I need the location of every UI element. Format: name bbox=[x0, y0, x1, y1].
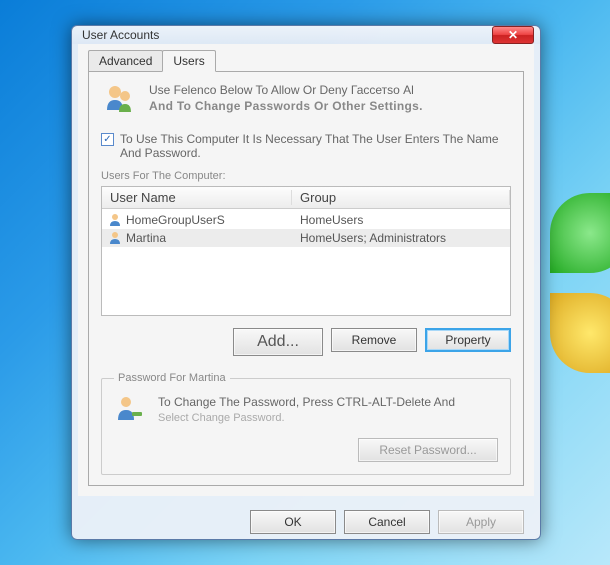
remove-button[interactable]: Remove bbox=[331, 328, 417, 352]
apply-button[interactable]: Apply bbox=[438, 510, 524, 534]
titlebar[interactable]: User Accounts ✕ bbox=[72, 26, 540, 44]
table-body: HomeGroupUserS HomeUsers Martina Home bbox=[102, 209, 510, 249]
require-login-checkbox[interactable]: ✓ bbox=[101, 133, 114, 146]
require-login-checkbox-row: ✓ To Use This Computer It Is Necessary T… bbox=[101, 132, 511, 160]
users-list-label: Users For The Computer: bbox=[101, 170, 511, 182]
intro-line-2: And To Change Passwords Or Other Setting… bbox=[149, 98, 423, 114]
group-cell: HomeUsers bbox=[292, 213, 510, 227]
property-button[interactable]: Property bbox=[425, 328, 511, 352]
table-header: User Name Group bbox=[102, 187, 510, 209]
password-instruction-2: Select Change Password. bbox=[158, 411, 455, 426]
username-cell: HomeGroupUserS bbox=[126, 213, 225, 227]
user-icon bbox=[108, 231, 122, 245]
tab-users[interactable]: Users bbox=[162, 50, 215, 72]
cancel-button[interactable]: Cancel bbox=[344, 510, 430, 534]
column-header-group[interactable]: Group bbox=[292, 190, 510, 205]
intro-section: Use Felenco Below To Allow Or Deny Гассе… bbox=[101, 82, 511, 118]
password-section: Password For Martina To Change The Passw… bbox=[101, 372, 511, 475]
user-accounts-window: User Accounts ✕ Advanced Users Use Felen… bbox=[71, 25, 541, 540]
tab-strip: Advanced Users bbox=[88, 50, 524, 72]
intro-line-1: Use Felenco Below To Allow Or Deny Гассе… bbox=[149, 82, 423, 98]
close-button[interactable]: ✕ bbox=[492, 26, 534, 44]
group-cell: HomeUsers; Administrators bbox=[292, 231, 510, 245]
user-button-row: Add... Remove Property bbox=[101, 328, 511, 356]
key-user-icon bbox=[114, 394, 146, 426]
users-table: User Name Group HomeGroupUserS HomeUsers bbox=[101, 186, 511, 316]
check-icon: ✓ bbox=[103, 134, 111, 145]
column-header-username[interactable]: User Name bbox=[102, 190, 292, 205]
dialog-button-bar: OK Cancel Apply bbox=[78, 502, 534, 542]
users-icon bbox=[101, 82, 137, 118]
add-button[interactable]: Add... bbox=[233, 328, 323, 356]
table-row[interactable]: HomeGroupUserS HomeUsers bbox=[102, 211, 510, 229]
table-row[interactable]: Martina HomeUsers; Administrators bbox=[102, 229, 510, 247]
window-title: User Accounts bbox=[82, 28, 492, 42]
tab-advanced[interactable]: Advanced bbox=[88, 50, 163, 72]
password-legend: Password For Martina bbox=[114, 372, 230, 384]
require-login-label: To Use This Computer It Is Necessary Tha… bbox=[120, 132, 511, 160]
username-cell: Martina bbox=[126, 231, 166, 245]
window-content: Advanced Users Use Felenco Below To Allo… bbox=[78, 44, 534, 496]
reset-password-button[interactable]: Reset Password... bbox=[358, 438, 498, 462]
password-instruction-1: To Change The Password, Press CTRL-ALT-D… bbox=[158, 394, 455, 411]
close-icon: ✕ bbox=[508, 28, 518, 42]
ok-button[interactable]: OK bbox=[250, 510, 336, 534]
tab-panel-users: Use Felenco Below To Allow Or Deny Гассе… bbox=[88, 71, 524, 486]
user-icon bbox=[108, 213, 122, 227]
